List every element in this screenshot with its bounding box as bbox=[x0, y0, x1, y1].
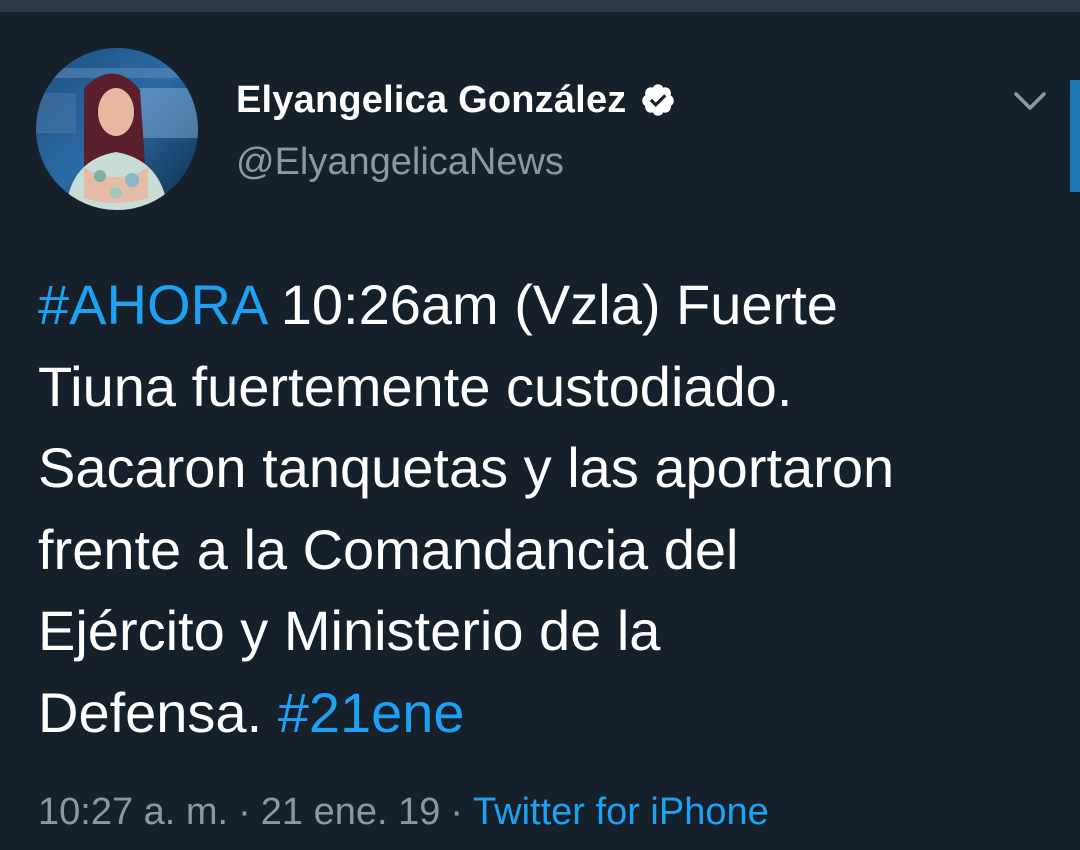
author-name-row[interactable]: Elyangelica González bbox=[236, 72, 676, 128]
tweet-text-segment: Sacaron tanquetas y las aportaron bbox=[38, 436, 895, 499]
tweet-text-segment: Tiuna fuertemente custodiado. bbox=[38, 354, 793, 418]
meta-separator: · bbox=[450, 791, 464, 833]
tweet-text-line: Tiuna fuertemente custodiado. bbox=[38, 346, 1058, 428]
tweet-text-segment: 10:26am (Vzla) Fuerte bbox=[265, 273, 838, 336]
hashtag-link[interactable]: #21ene bbox=[278, 681, 465, 744]
author-display-name[interactable]: Elyangelica González bbox=[236, 72, 626, 128]
meta-separator: · bbox=[238, 791, 251, 833]
tweet-text-segment: Defensa. bbox=[38, 680, 278, 744]
tweet-card[interactable]: Elyangelica González @ElyangelicaNews #A… bbox=[0, 12, 1080, 850]
tweet-text-line: #AHORA 10:26am (Vzla) Fuerte bbox=[38, 264, 1058, 346]
chevron-down-icon[interactable] bbox=[1006, 78, 1054, 126]
tweet-text-line: frente a la Comandancia del bbox=[38, 509, 1058, 591]
tweet-time[interactable]: 10:27 a. m. bbox=[38, 791, 228, 833]
tweet-text-line: Defensa. #21ene bbox=[38, 672, 1058, 754]
top-divider bbox=[0, 0, 1080, 12]
author-handle[interactable]: @ElyangelicaNews bbox=[236, 136, 564, 188]
tweet-text-line: Ejército y Ministerio de la bbox=[38, 590, 1058, 672]
verified-badge-icon bbox=[640, 82, 676, 118]
tweet-text-segment: Ejército y Ministerio de la bbox=[38, 599, 661, 662]
avatar[interactable] bbox=[36, 48, 198, 210]
tweet-text-line: Sacaron tanquetas y las aportaron bbox=[38, 427, 1058, 509]
tweet-text-segment: frente a la Comandancia del bbox=[38, 517, 739, 581]
tweet-text: #AHORA 10:26am (Vzla) Fuerte Tiuna fuert… bbox=[38, 264, 1058, 753]
tweet-metadata: 10:27 a. m. · 21 ene. 19 · Twitter for iPhon… bbox=[38, 782, 769, 842]
tweet-source-link[interactable]: Twitter for iPhone bbox=[473, 791, 769, 833]
tweet-date[interactable]: 21 ene. 19 bbox=[261, 791, 441, 833]
hashtag-link[interactable]: #AHORA bbox=[38, 273, 265, 336]
